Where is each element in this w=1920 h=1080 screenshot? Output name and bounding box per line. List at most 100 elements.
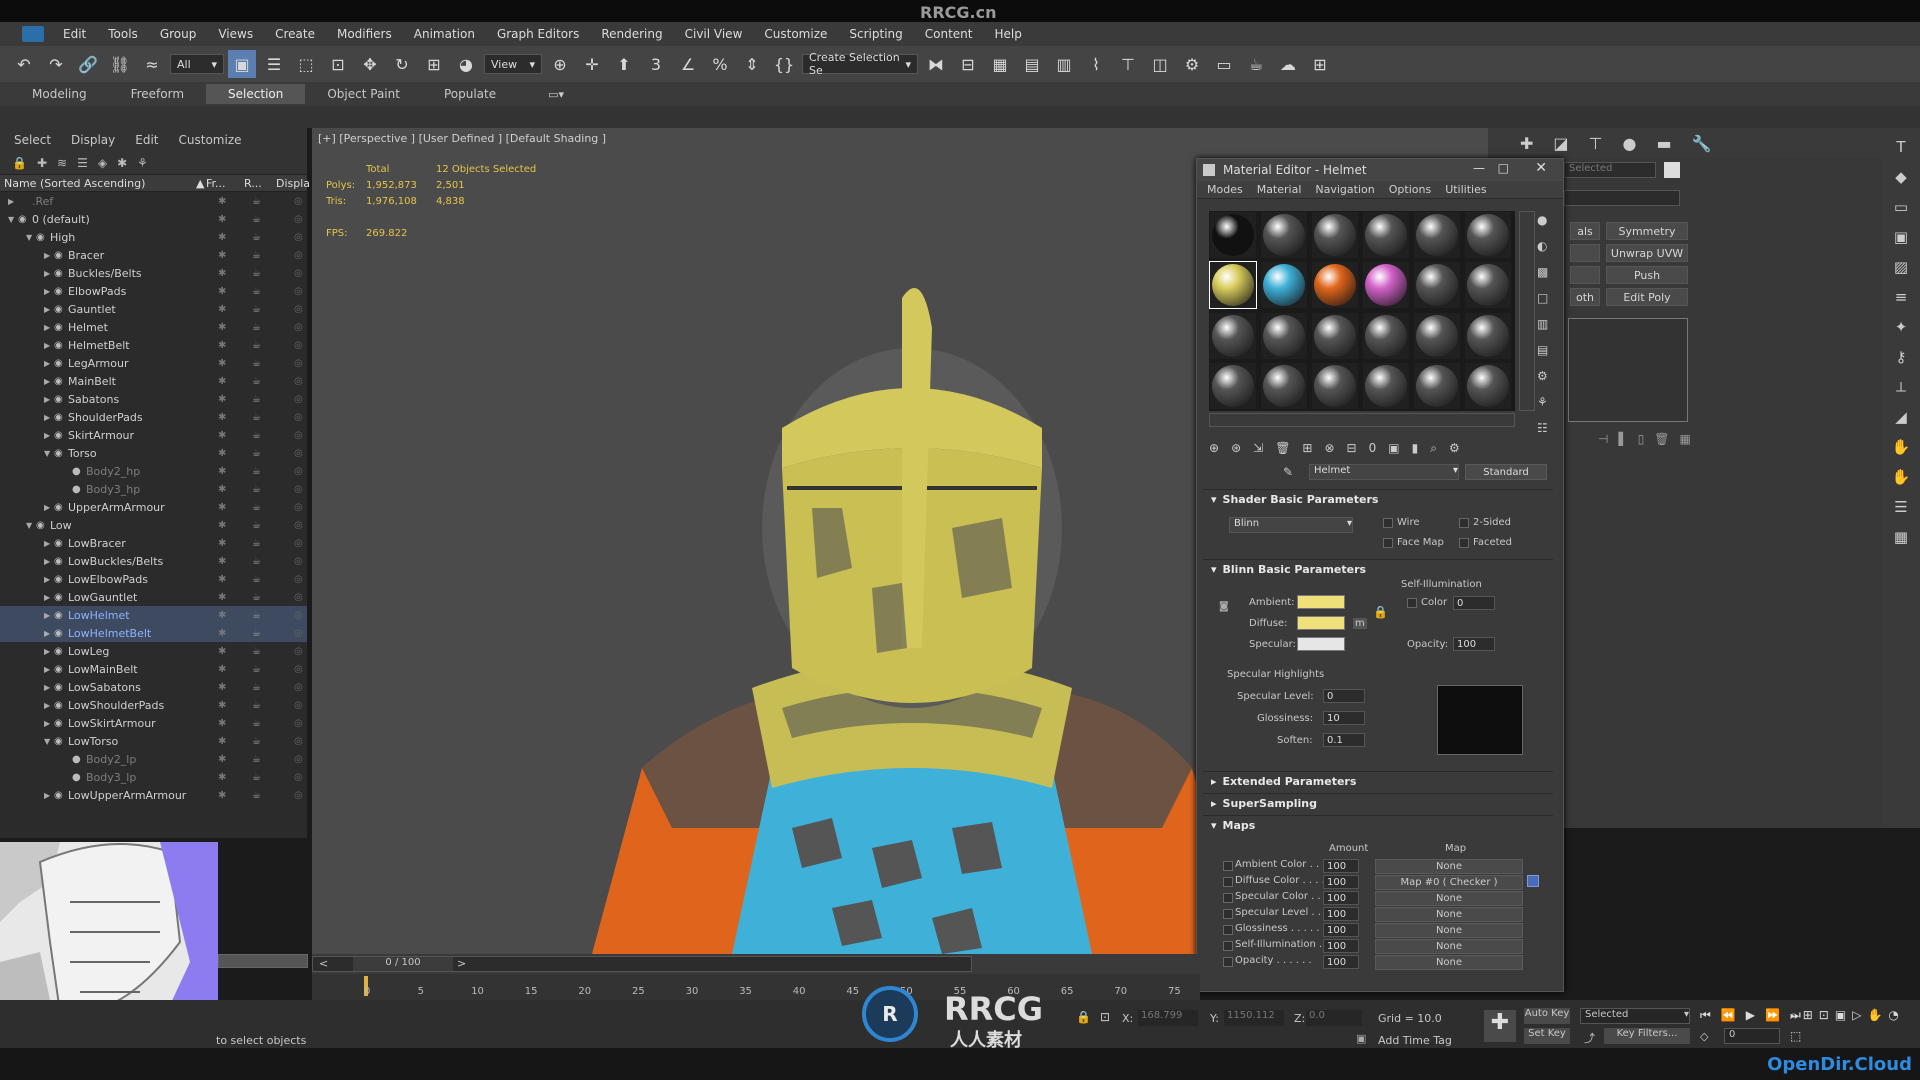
get-material-icon[interactable]: ⊕ — [1209, 441, 1219, 456]
freeze-icon[interactable]: ✱ — [218, 268, 226, 279]
make-unique-icon[interactable]: ▯ — [1638, 432, 1645, 446]
pick-material-icon[interactable]: ✎ — [1283, 465, 1293, 479]
map-enable-checkbox[interactable] — [1223, 909, 1233, 919]
mat-menu-material[interactable]: Material — [1257, 183, 1302, 196]
y-coord-field[interactable]: 1150.112 — [1224, 1010, 1284, 1026]
visibility-eye-icon[interactable]: ◉ — [54, 448, 68, 459]
auto-key-button[interactable]: Auto Key — [1524, 1008, 1570, 1024]
menu-create[interactable]: Create — [264, 27, 326, 41]
visibility-eye-icon[interactable]: ◉ — [18, 214, 32, 225]
expand-right-icon[interactable]: ▶ — [44, 287, 54, 296]
material-name-field[interactable]: Helmet ▾ — [1309, 464, 1459, 480]
map-amount-spinner[interactable]: 100 — [1323, 939, 1359, 953]
renderable-icon[interactable]: ☕ — [252, 466, 261, 477]
map-amount-spinner[interactable]: 100 — [1323, 891, 1359, 905]
freeze-icon[interactable]: ✱ — [218, 304, 226, 315]
app-logo-icon[interactable] — [22, 26, 44, 42]
text-tool-icon[interactable]: T — [1896, 138, 1905, 156]
plane-icon[interactable]: ◢ — [1895, 408, 1907, 426]
freeze-icon[interactable]: ✱ — [218, 340, 226, 351]
freeze-icon[interactable]: ✱ — [218, 646, 226, 657]
freeze-icon[interactable]: ✱ — [218, 412, 226, 423]
soften-spinner[interactable]: 0.1 — [1323, 733, 1365, 747]
renderable-icon[interactable]: ☕ — [252, 574, 261, 585]
freeze-icon[interactable]: ✱ — [218, 718, 226, 729]
visibility-eye-icon[interactable]: ◉ — [54, 502, 68, 513]
visibility-eye-icon[interactable]: ◉ — [54, 682, 68, 693]
opacity-spinner[interactable]: 100 — [1453, 637, 1495, 651]
tree-row[interactable]: ▼ ◉ LowTorso ✱ ☕ ◎ — [0, 732, 307, 750]
freeze-icon[interactable]: ✱ — [218, 322, 226, 333]
ribbon-tab-object-paint[interactable]: Object Paint — [305, 84, 422, 104]
display-icon[interactable]: ◎ — [294, 538, 303, 549]
freeze-icon[interactable]: ✱ — [218, 502, 226, 513]
modifier-button-left[interactable]: oth — [1570, 288, 1600, 306]
z-coord-field[interactable]: 0.0 — [1306, 1010, 1362, 1026]
menu-scripting[interactable]: Scripting — [838, 27, 913, 41]
uv-tiling-icon[interactable]: □ — [1537, 291, 1548, 305]
go-to-parent-icon[interactable]: ⌕ — [1430, 441, 1437, 456]
tree-row[interactable]: ▶ ◉ LowShoulderPads ✱ ☕ ◎ — [0, 696, 307, 714]
renderable-icon[interactable]: ☕ — [252, 772, 261, 783]
ribbon-options-icon[interactable]: ▭▾ — [548, 88, 564, 101]
visibility-eye-icon[interactable]: ◉ — [54, 574, 68, 585]
display-icon[interactable]: ◎ — [294, 214, 303, 225]
make-unique-material-icon[interactable]: ⊗ — [1324, 441, 1334, 456]
map-slot-button[interactable]: None — [1375, 955, 1523, 970]
undo-icon[interactable]: ↶ — [10, 50, 38, 78]
expand-down-icon[interactable]: ▼ — [8, 215, 18, 224]
tree-row[interactable]: ▶ ◉ LowBracer ✱ ☕ ◎ — [0, 534, 307, 552]
material-editor-icon[interactable]: ◫ — [1146, 50, 1174, 78]
renderable-icon[interactable]: ☕ — [252, 484, 261, 495]
freeze-icon[interactable]: ✱ — [218, 754, 226, 765]
visibility-eye-icon[interactable]: ◉ — [54, 610, 68, 621]
expand-down-icon[interactable]: ▼ — [44, 737, 54, 746]
set-key-button[interactable]: Set Key — [1524, 1028, 1570, 1044]
visibility-eye-icon[interactable]: ◉ — [54, 628, 68, 639]
visibility-eye-icon[interactable]: ● — [72, 772, 86, 783]
pin-stack-icon[interactable]: ⊣ — [1598, 432, 1608, 446]
visibility-eye-icon[interactable]: ◉ — [54, 340, 68, 351]
pivot-icon[interactable]: ⊕ — [546, 50, 574, 78]
expand-down-icon[interactable]: ▼ — [26, 233, 36, 242]
display-icon[interactable]: ◎ — [294, 358, 303, 369]
layer-explorer-icon[interactable]: ▤ — [1018, 50, 1046, 78]
ribbon-toggle-icon[interactable]: ▥ — [1050, 50, 1078, 78]
sample-slot[interactable] — [1260, 361, 1308, 410]
tree-row[interactable]: ▶ ◉ LowSabatons ✱ ☕ ◎ — [0, 678, 307, 696]
supersampling-rollout[interactable]: ▸ SuperSampling — [1203, 793, 1553, 813]
diffuse-color-swatch[interactable] — [1297, 616, 1345, 630]
link-icon[interactable]: 🔗 — [74, 50, 102, 78]
renderable-icon[interactable]: ☕ — [252, 736, 261, 747]
ribbon-tab-selection[interactable]: Selection — [206, 84, 306, 104]
tree-row[interactable]: ▶ ◉ LowBuckles/Belts ✱ ☕ ◎ — [0, 552, 307, 570]
axis-icon[interactable]: ⟂ — [1896, 378, 1906, 396]
sample-slot[interactable] — [1311, 211, 1359, 259]
ribbon-tab-freeform[interactable]: Freeform — [109, 84, 206, 104]
select-object-icon[interactable]: ▣ — [228, 50, 256, 78]
renderable-icon[interactable]: ☕ — [252, 664, 261, 675]
display-icon[interactable]: ◎ — [294, 574, 303, 585]
next-frame-icon[interactable]: ⏩ — [1765, 1008, 1780, 1023]
cube-icon[interactable]: ◆ — [1895, 168, 1907, 186]
panel-icon[interactable]: ▭ — [1894, 198, 1908, 216]
display-icon[interactable]: ◎ — [294, 250, 303, 261]
put-to-library-icon[interactable]: ⊟ — [1347, 441, 1357, 456]
sample-slot[interactable] — [1464, 361, 1512, 410]
renderable-icon[interactable]: ☕ — [252, 790, 261, 801]
freeze-icon[interactable]: ✱ — [218, 214, 226, 225]
map-amount-spinner[interactable]: 100 — [1323, 955, 1359, 969]
tree-row[interactable]: ▶ ◉ LowSkirtArmour ✱ ☕ ◎ — [0, 714, 307, 732]
select-by-name-icon[interactable]: ☰ — [260, 50, 288, 78]
display-icon[interactable]: ◎ — [294, 520, 303, 531]
expand-right-icon[interactable]: ▶ — [44, 665, 54, 674]
freeze-icon[interactable]: ✱ — [218, 286, 226, 297]
display-icon[interactable]: ◎ — [294, 394, 303, 405]
menu-content[interactable]: Content — [914, 27, 984, 41]
modify-tab-icon[interactable]: ◪ — [1553, 134, 1568, 153]
renderable-icon[interactable]: ☕ — [252, 718, 261, 729]
expand-down-icon[interactable]: ▼ — [44, 449, 54, 458]
maximize-viewport-icon[interactable]: ⬚ — [1790, 1029, 1801, 1043]
expand-right-icon[interactable]: ▶ — [44, 341, 54, 350]
modifier-button-left[interactable] — [1570, 266, 1600, 284]
